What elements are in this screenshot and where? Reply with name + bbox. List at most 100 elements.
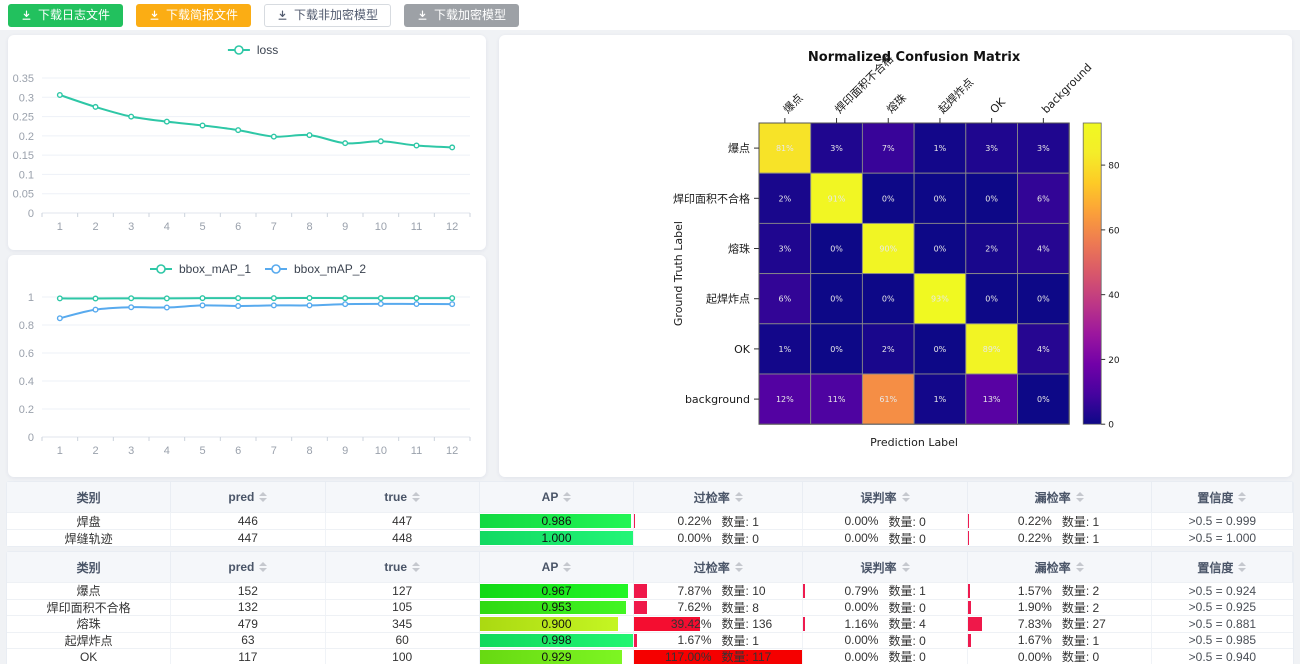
bbox_mAP_2-point[interactable]: [414, 302, 419, 307]
caret-up-icon: [259, 562, 267, 566]
bbox_mAP_1-point[interactable]: [129, 296, 134, 301]
sort-carets-icon[interactable]: [1076, 492, 1084, 502]
table-header-row: 类别predtrueAP过检率误判率漏检率置信度: [7, 482, 1293, 512]
loss-point[interactable]: [129, 114, 134, 119]
download-log-button[interactable]: 下载日志文件: [8, 4, 123, 27]
bbox_mAP_1-point[interactable]: [414, 296, 419, 301]
cell-true: 345: [326, 616, 480, 632]
y-axis-tick-label: 0.35: [13, 73, 34, 85]
bbox_mAP_1-point[interactable]: [307, 296, 312, 301]
legend-marker-ring: [157, 265, 165, 273]
bbox_mAP_1-point[interactable]: [272, 296, 277, 301]
bbox_mAP_2-point[interactable]: [236, 304, 241, 309]
loss-point[interactable]: [165, 119, 170, 124]
column-header-overcheck[interactable]: 过检率: [634, 552, 803, 582]
loss-line-chart[interactable]: 00.050.10.150.20.250.30.3512345678910111…: [8, 35, 486, 246]
sort-carets-icon[interactable]: [412, 562, 420, 572]
bbox_mAP_2-point[interactable]: [450, 302, 455, 307]
column-header-confidence[interactable]: 置信度: [1152, 552, 1293, 582]
bbox_mAP_1-point[interactable]: [236, 296, 241, 301]
column-header-true[interactable]: true: [326, 482, 480, 512]
sort-carets-icon[interactable]: [563, 562, 571, 572]
bbox_mAP_2-point[interactable]: [58, 316, 63, 321]
table-row: 熔珠4793450.90039.42%数量: 1361.16%数量: 47.83…: [7, 615, 1293, 632]
bbox_mAP_1-point[interactable]: [93, 296, 98, 301]
loss-point[interactable]: [307, 133, 312, 138]
bbox_mAP_2-point[interactable]: [165, 305, 170, 310]
loss-point[interactable]: [58, 93, 63, 98]
bbox_mAP_1-point[interactable]: [379, 296, 384, 301]
bbox_mAP_2-point[interactable]: [272, 303, 277, 308]
bbox_mAP_2-point[interactable]: [343, 302, 348, 307]
column-header-pred[interactable]: pred: [171, 552, 325, 582]
legend-item-bbox_mAP_1[interactable]: bbox_mAP_1: [150, 262, 251, 276]
column-header-label: pred: [228, 560, 254, 574]
column-header-pred[interactable]: pred: [171, 482, 325, 512]
cell-ap: 0.900: [480, 616, 634, 632]
rate-percent: 1.16%: [803, 617, 878, 631]
loss-point[interactable]: [93, 105, 98, 110]
loss-point[interactable]: [450, 145, 455, 150]
loss-point[interactable]: [200, 123, 205, 128]
legend-item-loss[interactable]: loss: [228, 43, 278, 57]
x-axis-tick-label: 3: [128, 221, 134, 233]
column-header-ap[interactable]: AP: [480, 482, 634, 512]
column-header-miss[interactable]: 漏检率: [968, 482, 1152, 512]
download-log-label: 下载日志文件: [38, 9, 110, 21]
matrix-cell-value: 1%: [934, 395, 947, 404]
rate-percent: 117.00%: [634, 650, 711, 664]
true-value: 345: [392, 617, 412, 631]
rate-count: 数量: 136: [712, 616, 803, 632]
loss-point[interactable]: [379, 139, 384, 144]
bbox_mAP_1-point[interactable]: [343, 296, 348, 301]
bbox_mAP_2-point[interactable]: [379, 302, 384, 307]
cell-overcheck: 0.00%数量: 0: [634, 530, 803, 546]
column-header-label: 漏检率: [1035, 489, 1071, 506]
sort-carets-icon[interactable]: [902, 562, 910, 572]
sort-carets-icon[interactable]: [1238, 492, 1246, 502]
cell-miss: 1.67%数量: 1: [968, 633, 1152, 649]
rate-count: 数量: 0: [712, 530, 803, 546]
y-axis-tick-label: 0.6: [19, 348, 34, 360]
legend-item-bbox_mAP_2[interactable]: bbox_mAP_2: [265, 262, 366, 276]
bbox-map-line-chart[interactable]: 00.20.40.60.81123456789101112bbox_mAP_1b…: [8, 255, 486, 473]
sort-carets-icon[interactable]: [735, 492, 743, 502]
sort-carets-icon[interactable]: [563, 492, 571, 502]
download-report-button[interactable]: 下载简报文件: [136, 4, 251, 27]
y-axis-tick-label: 0.1: [19, 169, 34, 181]
sort-carets-icon[interactable]: [259, 562, 267, 572]
legend-marker-ring: [235, 46, 243, 54]
pred-value: 132: [238, 600, 258, 614]
caret-up-icon: [902, 562, 910, 566]
download-unencrypted-model-button[interactable]: 下载非加密模型: [264, 4, 391, 27]
matrix-column-label: background: [1039, 61, 1094, 116]
bbox_mAP_2-point[interactable]: [93, 307, 98, 312]
column-header-overcheck[interactable]: 过检率: [634, 482, 803, 512]
matrix-cell-value: 3%: [1037, 144, 1050, 153]
column-header-misjudge[interactable]: 误判率: [803, 482, 967, 512]
bbox_mAP_2-point[interactable]: [129, 305, 134, 310]
bbox_mAP_2-point[interactable]: [307, 303, 312, 308]
column-header-confidence[interactable]: 置信度: [1152, 482, 1293, 512]
sort-carets-icon[interactable]: [1076, 562, 1084, 572]
bbox_mAP_1-point[interactable]: [450, 296, 455, 301]
sort-carets-icon[interactable]: [735, 562, 743, 572]
bbox_mAP_2-point[interactable]: [200, 303, 205, 308]
caret-up-icon: [563, 492, 571, 496]
column-header-miss[interactable]: 漏检率: [968, 552, 1152, 582]
download-encrypted-model-button[interactable]: 下载加密模型: [404, 4, 519, 27]
loss-point[interactable]: [236, 128, 241, 133]
loss-point[interactable]: [414, 143, 419, 148]
loss-point[interactable]: [343, 141, 348, 146]
column-header-ap[interactable]: AP: [480, 552, 634, 582]
bbox_mAP_1-point[interactable]: [200, 296, 205, 301]
loss-point[interactable]: [272, 134, 277, 139]
bbox_mAP_1-point[interactable]: [58, 296, 63, 301]
column-header-true[interactable]: true: [326, 552, 480, 582]
bbox_mAP_1-point[interactable]: [165, 296, 170, 301]
column-header-misjudge[interactable]: 误判率: [803, 552, 967, 582]
sort-carets-icon[interactable]: [259, 492, 267, 502]
sort-carets-icon[interactable]: [1238, 562, 1246, 572]
sort-carets-icon[interactable]: [412, 492, 420, 502]
sort-carets-icon[interactable]: [902, 492, 910, 502]
